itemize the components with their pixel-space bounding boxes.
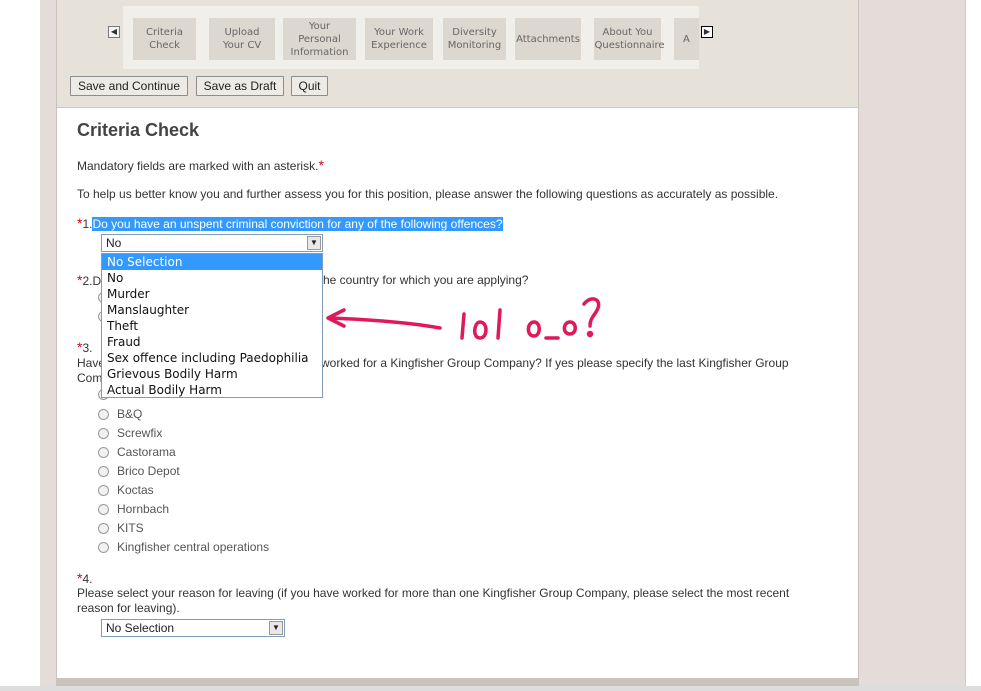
radio-option-kingfisher-central[interactable]: Kingfisher central operations [98, 540, 269, 554]
radio-button[interactable] [98, 503, 109, 515]
step-label: Your Personal Information [290, 20, 349, 58]
radio-option-brico-depot[interactable]: Brico Depot [98, 464, 180, 478]
step-label: A [683, 33, 690, 45]
step-personal-information[interactable]: Your Personal Information [283, 18, 356, 60]
question-4-label: *4. [77, 570, 93, 586]
radio-button[interactable] [98, 541, 109, 553]
page-border-right [858, 0, 859, 691]
step-next-partial[interactable]: A [674, 18, 699, 60]
question-1-text: Do you have an unspent criminal convicti… [92, 217, 503, 231]
intro-text: To help us better know you and further a… [77, 187, 779, 201]
step-label: Attachments [516, 33, 580, 45]
dropdown-option[interactable]: Manslaughter [102, 302, 322, 318]
step-label: Upload Your CV [222, 27, 262, 51]
step-label: Criteria Check [146, 27, 183, 51]
selected-value: No [106, 236, 122, 250]
arrow-icon [326, 308, 442, 330]
question-2-text: he country for which you are applying? [323, 273, 529, 287]
question-1-select[interactable]: No ▼ [101, 234, 323, 252]
scrollbar[interactable] [965, 0, 981, 691]
step-label: Your Work Experience [371, 27, 427, 51]
question-4-select[interactable]: No Selection ▼ [101, 619, 285, 637]
question-3-text: worked for a Kingfisher Group Company? I… [321, 356, 789, 370]
chevron-right-icon[interactable]: ▶ [701, 26, 713, 38]
step-work-experience[interactable]: Your Work Experience [365, 18, 433, 60]
page-gutter-left [40, 0, 57, 691]
radio-option-bq[interactable]: B&Q [98, 407, 142, 421]
dropdown-option[interactable]: Actual Bodily Harm [102, 382, 322, 398]
handwritten-text [460, 297, 601, 340]
dropdown-option[interactable]: Grievous Bodily Harm [102, 366, 322, 382]
save-and-continue-button[interactable]: Save and Continue [70, 76, 188, 96]
question-3-line2-prefix: Com [77, 371, 103, 385]
question-4-text: Please select your reason for leaving (i… [77, 586, 790, 600]
step-upload-cv[interactable]: Upload Your CV [209, 18, 275, 60]
step-attachments[interactable]: Attachments [515, 18, 581, 60]
radio-button[interactable] [98, 408, 109, 420]
radio-button[interactable] [98, 465, 109, 477]
handwritten-annotation [326, 297, 601, 340]
quit-button[interactable]: Quit [291, 76, 328, 96]
chevron-left-icon[interactable]: ◀ [108, 26, 120, 38]
step-about-you[interactable]: About You Questionnaire [594, 18, 665, 60]
radio-option-castorama[interactable]: Castorama [98, 445, 176, 459]
radio-option-kits[interactable]: KITS [98, 521, 144, 535]
radio-button[interactable] [98, 522, 109, 534]
taskbar-strip [0, 686, 981, 691]
question-1-dropdown-list: No Selection No Murder Manslaughter Thef… [101, 253, 323, 398]
required-asterisk: * [318, 157, 324, 173]
step-label: Diversity Monitoring [447, 27, 502, 51]
radio-button[interactable] [98, 484, 109, 496]
question-4-text-line2: reason for leaving). [77, 601, 180, 615]
dropdown-option[interactable]: Theft [102, 318, 322, 334]
dropdown-option[interactable]: Fraud [102, 334, 322, 350]
dropdown-option[interactable]: No [102, 270, 322, 286]
step-diversity-monitoring[interactable]: Diversity Monitoring [443, 18, 506, 60]
radio-option-hornbach[interactable]: Hornbach [98, 502, 169, 516]
page-gutter-right [859, 0, 965, 691]
radio-button[interactable] [98, 427, 109, 439]
chevron-down-icon[interactable]: ▼ [307, 236, 321, 250]
step-navigation: Criteria Check Upload Your CV Your Perso… [123, 6, 699, 69]
selected-value: No Selection [106, 621, 175, 635]
question-3-label: *3. [77, 339, 93, 355]
step-criteria-check[interactable]: Criteria Check [133, 18, 196, 60]
step-label: About You Questionnaire [594, 27, 665, 51]
radio-option-screwfix[interactable]: Screwfix [98, 426, 162, 440]
mandatory-note: Mandatory fields are marked with an aste… [77, 157, 324, 173]
page-title: Criteria Check [77, 120, 200, 140]
radio-option-koctas[interactable]: Koctas [98, 483, 154, 497]
left-margin [0, 0, 40, 691]
dropdown-option[interactable]: Murder [102, 286, 322, 302]
dropdown-option[interactable]: No Selection [102, 254, 322, 270]
question-2-label: *2.D [77, 272, 102, 288]
dropdown-option[interactable]: Sex offence including Paedophilia [102, 350, 322, 366]
question-1-label: *1.Do you have an unspent criminal convi… [77, 215, 503, 231]
save-as-draft-button[interactable]: Save as Draft [196, 76, 284, 96]
chevron-down-icon[interactable]: ▼ [269, 621, 283, 635]
radio-button[interactable] [98, 446, 109, 458]
